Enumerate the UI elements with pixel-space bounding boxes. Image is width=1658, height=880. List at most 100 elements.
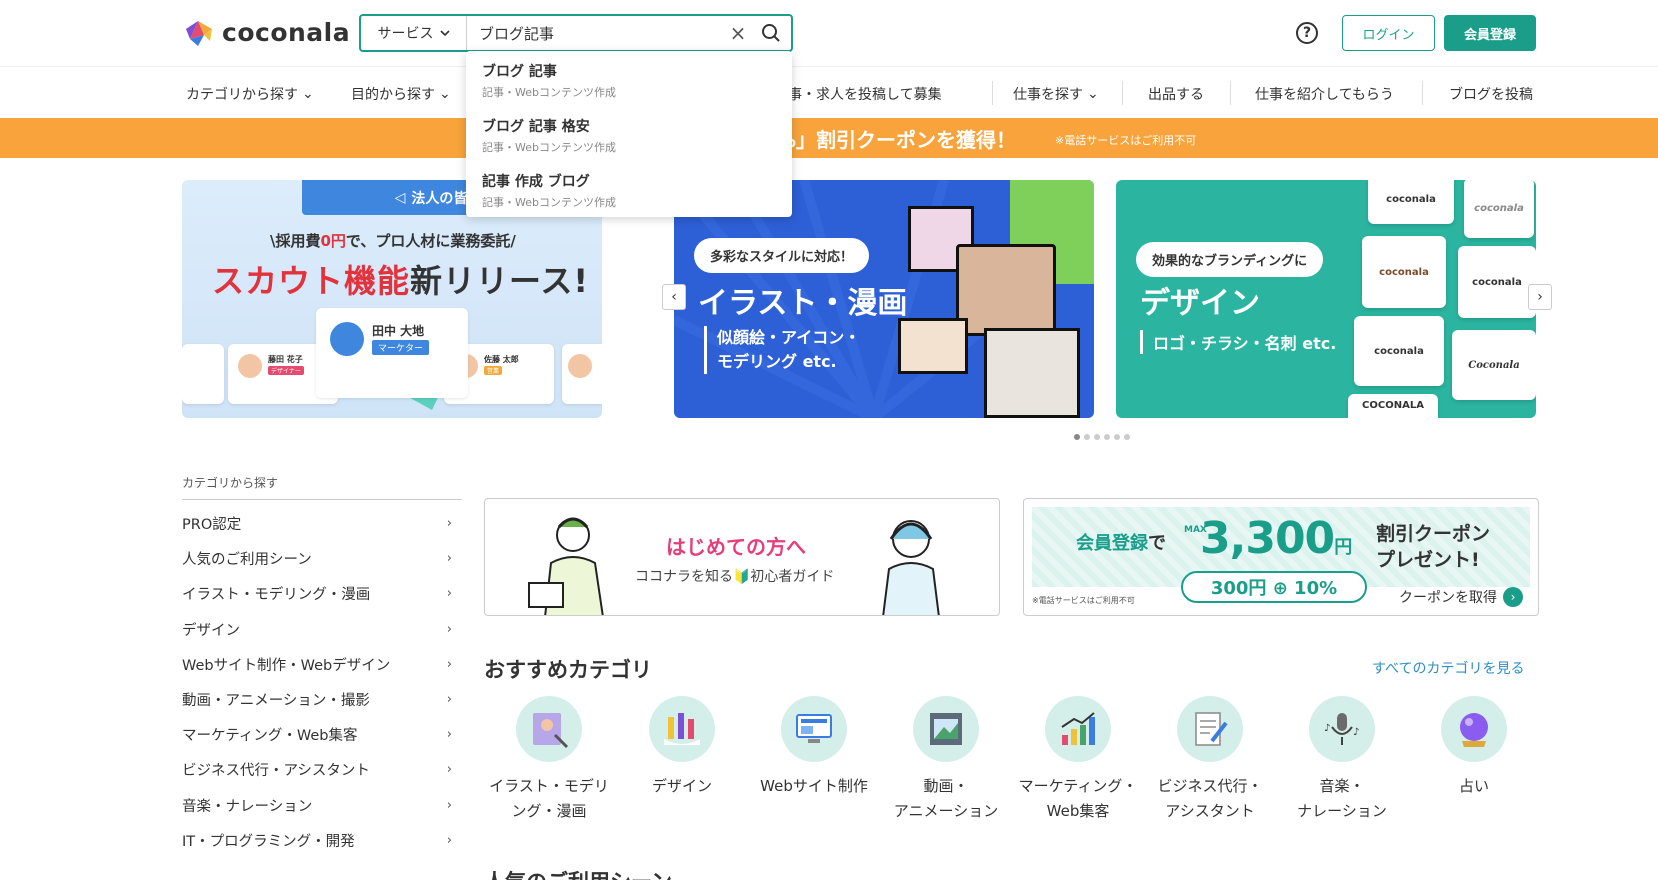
sidebar-item[interactable]: イラスト・モデリング・漫画 › [182, 576, 462, 611]
sidebar-item-label: ビジネス代行・アシスタント [182, 763, 370, 780]
chevron-right-icon: › [446, 586, 452, 602]
profile-card-featured: 田中 大地 マーケター [316, 308, 468, 398]
suggestion-item[interactable]: ブログ 記事 記事・Webコンテンツ作成 [466, 57, 792, 112]
category-label: イラスト・モデリ ング・漫画 [484, 774, 614, 824]
search-category-label: サービス [377, 26, 434, 42]
carousel-dot[interactable] [1094, 434, 1100, 440]
carousel-slide-design[interactable]: 効果的なブランディングに デザイン ロゴ・チラシ・名刺 etc. coconal… [1116, 180, 1536, 418]
sidebar-item[interactable]: Webサイト制作・Webデザイン › [182, 647, 462, 682]
promo-note: ※電話サービスはご利用不可 [1055, 134, 1197, 147]
search-button[interactable] [751, 23, 791, 43]
category-circle [1441, 696, 1507, 762]
sidebar-item[interactable]: IT・プログラミング・開発 › [182, 823, 462, 858]
illustration-thumbnail [898, 318, 968, 374]
nav-label: 目的から探す [351, 87, 435, 103]
sidebar-item-label: 動画・アニメーション・撮影 [182, 693, 370, 710]
carousel-next-button[interactable]: › [1528, 284, 1552, 310]
category-business[interactable]: ビジネス代行・ アシスタント [1145, 696, 1275, 824]
nav-item-purpose[interactable]: 目的から探す ⌄ [351, 84, 451, 104]
carousel-dot[interactable] [1114, 434, 1120, 440]
category-label-line: 動画・ [923, 777, 969, 795]
beginner-guide-card[interactable]: はじめての方へ ココナラを知る🔰初心者ガイド [484, 498, 1000, 616]
category-label: 動画・ アニメーション [881, 774, 1011, 824]
title-red: スカウト機能 [212, 262, 411, 300]
slide-subtitle: ロゴ・チラシ・名刺 etc. [1140, 330, 1336, 354]
chevron-right-icon: › [446, 551, 452, 567]
sidebar-item-label: 音楽・ナレーション [182, 798, 313, 815]
suggestion-title: ブログ 記事 格安 [482, 119, 590, 135]
carousel-prev-button[interactable]: ‹ [662, 284, 686, 310]
category-website[interactable]: Webサイト制作 [749, 696, 879, 799]
carousel-dot[interactable] [1084, 434, 1090, 440]
nav-label: 仕事を探す [1013, 87, 1083, 103]
sidebar-item[interactable]: 音楽・ナレーション › [182, 788, 462, 823]
category-label-line: デザイン [651, 777, 712, 795]
sidebar-item[interactable]: ビジネス代行・アシスタント › [182, 752, 462, 787]
style-pill: 多彩なスタイルに対応！ [694, 238, 870, 273]
avatar [238, 354, 262, 378]
sidebar-item[interactable]: 動画・アニメーション・撮影 › [182, 682, 462, 717]
promo-banner[interactable]: %」割引クーポンを獲得！ ※電話サービスはご利用不可 [0, 118, 1658, 158]
film-icon [930, 713, 962, 745]
logo[interactable]: coconala [184, 18, 350, 47]
nav-item-blog[interactable]: ブログを投稿 [1449, 84, 1533, 104]
chevron-right-icon: › [446, 727, 452, 743]
category-illustration[interactable]: イラスト・モデリ ング・漫画 [484, 696, 614, 824]
category-marketing[interactable]: マーケティング・ Web集客 [1013, 696, 1143, 824]
nav-item-category[interactable]: カテゴリから探す ⌄ [186, 84, 314, 104]
avatar [330, 322, 364, 356]
category-design[interactable]: デザイン [617, 696, 747, 799]
profile-role: マーケター [372, 340, 430, 355]
nav-item-find-job[interactable]: 仕事を探す ⌄ [1013, 84, 1099, 104]
help-icon[interactable]: ? [1296, 22, 1318, 44]
sidebar-item[interactable]: マーケティング・Web集客 › [182, 717, 462, 752]
clear-icon[interactable]: × [725, 21, 751, 45]
category-label: デザイン [617, 774, 747, 799]
guide-title: はじめての方へ [666, 535, 806, 559]
search-category-select[interactable]: サービス [361, 16, 467, 50]
search-input[interactable] [467, 16, 725, 50]
carousel-dot[interactable] [1104, 434, 1110, 440]
sidebar-item[interactable]: デザイン › [182, 612, 462, 647]
nav-item-referral[interactable]: 仕事を紹介してもらう [1255, 84, 1394, 104]
search-icon [762, 24, 780, 42]
category-fortune[interactable]: 占い [1409, 696, 1539, 799]
header: coconala サービス × ? ログイン 会員登録 [0, 0, 1658, 66]
chevron-right-icon: › [446, 832, 452, 848]
nav-label: カテゴリから探す [186, 87, 298, 103]
signup-button[interactable]: 会員登録 [1444, 15, 1536, 51]
carousel-dot[interactable] [1124, 434, 1130, 440]
category-video[interactable]: 動画・ アニメーション [881, 696, 1011, 824]
see-all-categories-link[interactable]: すべてのカテゴリを見る [1372, 658, 1524, 678]
login-button[interactable]: ログイン [1342, 15, 1435, 51]
category-label-line: ナレーション [1297, 802, 1387, 820]
coupon-card[interactable]: 会員登録で MAX 3,300円 割引クーポン プレゼント! 300円 ⊕ 10%… [1023, 498, 1539, 616]
illustration-thumbnail [956, 244, 1056, 336]
recommended-title: おすすめカテゴリ [484, 658, 652, 682]
sidebar-heading: カテゴリから探す [182, 474, 462, 500]
get-coupon-link[interactable]: クーポンを取得 › [1399, 587, 1523, 607]
person-woman-illustration [882, 520, 940, 615]
coupon-amount: 3,300円 [1200, 513, 1352, 564]
chevron-right-icon: › [446, 516, 452, 532]
nav-item-post-job[interactable]: 仕事・求人を投稿して募集 [774, 84, 942, 104]
profile-role: デザイナー [268, 366, 304, 375]
get-coupon-label: クーポンを取得 [1399, 590, 1497, 606]
logo-sample-tile: Coconala [1452, 330, 1536, 400]
sidebar-item[interactable]: 人気のご利用シーン › [182, 541, 462, 576]
nav-divider [1122, 81, 1123, 105]
popular-scenes-title: 人気のご利用シーン [484, 866, 672, 880]
monitor-icon [796, 714, 832, 743]
slide-title: スカウト機能新リリース! [212, 256, 589, 302]
carousel-dot[interactable] [1074, 434, 1080, 440]
sub-text: \採用費 [270, 232, 321, 250]
sidebar-item-label: IT・プログラミング・開発 [182, 833, 355, 850]
sidebar-item[interactable]: PRO認定 › [182, 506, 462, 541]
category-label: ビジネス代行・ アシスタント [1145, 774, 1275, 824]
suggestion-item[interactable]: 記事 作成 ブログ 記事・Webコンテンツ作成 [466, 167, 792, 222]
nav-label: 仕事を紹介してもらう [1255, 87, 1394, 103]
nav-item-sell[interactable]: 出品する [1148, 84, 1204, 104]
category-music[interactable]: ♪ ♪ 音楽・ ナレーション [1277, 696, 1407, 824]
suggestion-item[interactable]: ブログ 記事 格安 記事・Webコンテンツ作成 [466, 112, 792, 167]
logo-sample-tile: coconala [1464, 180, 1534, 238]
